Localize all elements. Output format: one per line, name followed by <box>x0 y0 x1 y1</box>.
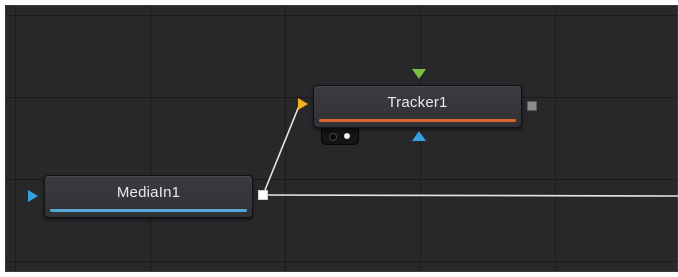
tracker1-effect-mask-input-triangle-icon[interactable] <box>412 131 426 141</box>
mediain1-output-square-icon[interactable] <box>258 190 268 200</box>
tracker1-output-square-icon[interactable] <box>527 101 537 111</box>
tracker1-background-input-triangle-icon[interactable] <box>298 98 308 110</box>
mediain1-input-triangle-icon[interactable] <box>28 190 38 202</box>
mediain1-status-bar <box>50 209 247 212</box>
tracker1-foreground-input-triangle-icon[interactable] <box>412 69 426 79</box>
mediain1-node[interactable]: MediaIn1 <box>44 175 253 218</box>
tracker1-label: Tracker1 <box>387 94 448 111</box>
view-dot-black-icon <box>329 133 337 141</box>
mediain1-label: MediaIn1 <box>116 184 181 201</box>
tracker1-node[interactable]: Tracker1 <box>313 85 522 128</box>
tracker1-status-bar <box>319 119 516 122</box>
view-dot-white-icon <box>344 133 350 139</box>
